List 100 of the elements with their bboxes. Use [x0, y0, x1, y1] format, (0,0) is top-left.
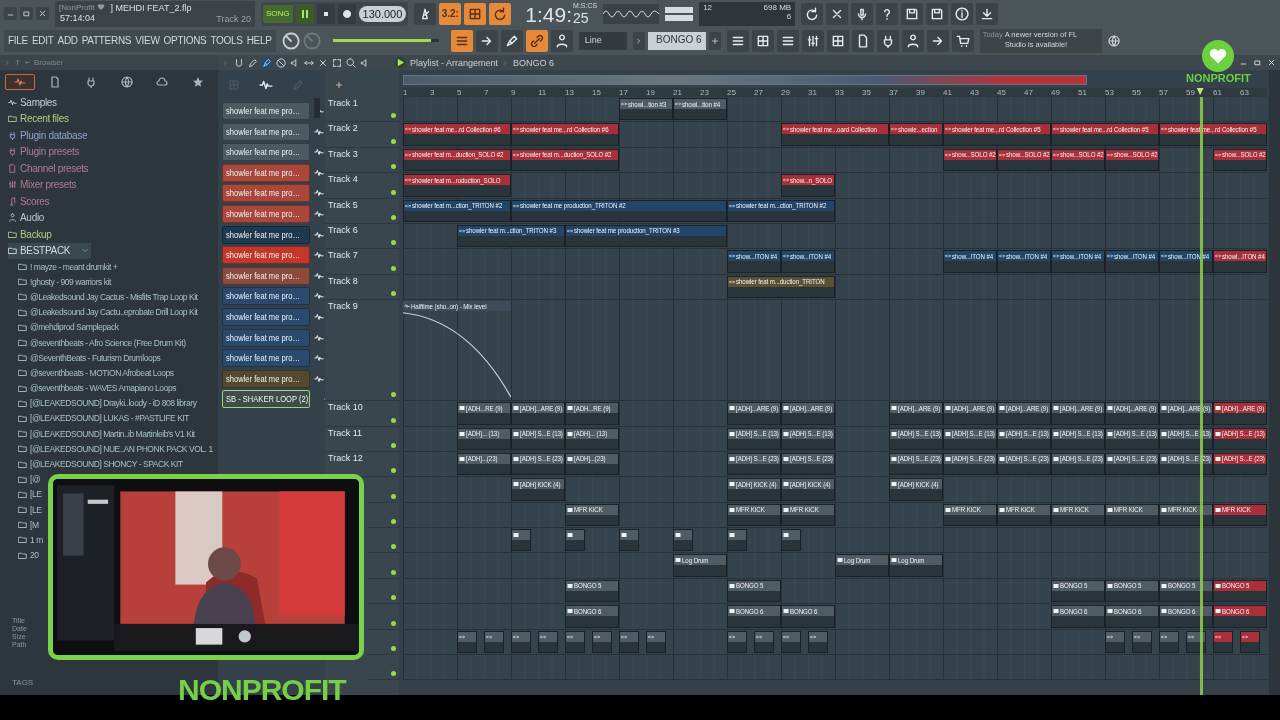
toolbar-button[interactable]: [926, 2, 949, 25]
timeline-ruler[interactable]: 1 3 5 7 9 11 13 15 17 19 21 23 25 27 29 31 33 35 37 39 41 43 45 47 49 51 53 55 57 59 61 63: [403, 88, 1267, 97]
track-enable-dot[interactable]: [391, 189, 396, 195]
toolbar-button[interactable]: [726, 29, 749, 52]
browser-item[interactable]: 20: [8, 547, 41, 563]
toolbar-button[interactable]: [450, 29, 473, 52]
audio-clip[interactable]: [781, 630, 802, 654]
track-enable-dot[interactable]: [391, 291, 396, 297]
close-button[interactable]: [36, 7, 49, 20]
pattern-clip[interactable]: [619, 529, 640, 552]
audio-clip[interactable]: [754, 630, 775, 654]
pattern-clip[interactable]: [511, 529, 532, 552]
track-enable-dot[interactable]: [391, 544, 396, 550]
tool-button[interactable]: [233, 56, 245, 69]
track-header[interactable]: Track 1: [325, 97, 399, 123]
audio-clip[interactable]: [727, 630, 748, 654]
toggle-button[interactable]: [464, 2, 487, 25]
track-enable-dot[interactable]: [391, 646, 396, 652]
record-button[interactable]: [337, 3, 356, 24]
toolbar-button[interactable]: [951, 2, 974, 25]
audio-clip[interactable]: [808, 630, 829, 654]
track-enable-dot[interactable]: [391, 240, 396, 246]
track-enable-dot[interactable]: [391, 265, 396, 271]
browser-item[interactable]: [M: [8, 517, 41, 533]
menu-item[interactable]: OPTIONS: [163, 35, 207, 46]
track-enable-dot[interactable]: [391, 468, 396, 474]
menu-item[interactable]: VIEW: [135, 35, 160, 46]
scrollbar[interactable]: [1269, 70, 1280, 695]
track-enable-dot[interactable]: [391, 164, 396, 170]
track-enable-dot[interactable]: [391, 214, 396, 220]
browser-item[interactable]: ! mayze - meant drumkit +: [8, 259, 120, 275]
playhead-marker[interactable]: [1196, 88, 1204, 95]
stop-button[interactable]: [316, 3, 335, 24]
toggle-button[interactable]: [414, 2, 437, 25]
restore-button[interactable]: [20, 7, 33, 20]
browser-tab[interactable]: [4, 74, 35, 90]
menu-item[interactable]: PATTERNS: [81, 35, 132, 46]
track-enable-dot[interactable]: [391, 519, 396, 525]
toolbar-button[interactable]: [801, 29, 824, 52]
pattern-clip[interactable]: [727, 529, 748, 552]
browser-item[interactable]: Scores: [8, 193, 52, 210]
track-header[interactable]: Track 7: [325, 249, 399, 275]
audio-clip[interactable]: [511, 630, 532, 654]
track-enable-dot[interactable]: [391, 138, 396, 144]
scrollbar[interactable]: [314, 98, 320, 118]
track-header[interactable]: Track 5: [325, 198, 399, 224]
browser-item[interactable]: Recent files: [8, 110, 71, 127]
audio-clip[interactable]: [619, 630, 640, 654]
browser-item[interactable]: @seventhbeats - WAVES Amapiano Loops: [8, 380, 178, 396]
browser-item[interactable]: @mehdiprod Samplepack: [8, 319, 121, 335]
tool-button[interactable]: [261, 56, 273, 69]
browser-item[interactable]: [@LEAKEDSOUND] SHONCY - SPACK KIT: [8, 456, 185, 472]
pattern-clip[interactable]: [781, 529, 802, 552]
browser-item[interactable]: @Leakedsound Jay Cactus - Misfits Trap Loop Kit: [8, 289, 200, 305]
toolbar-button[interactable]: [851, 29, 874, 52]
pattern-selector[interactable]: BONGO 6: [647, 31, 706, 50]
toolbar-button[interactable]: [550, 29, 573, 52]
browser-item[interactable]: Samples: [8, 94, 59, 111]
browser-item[interactable]: Backup: [8, 226, 54, 243]
track-enable-dot[interactable]: [391, 620, 396, 626]
browser-item[interactable]: [@LEAKEDSOUND] NUE..AN PHONK PACK VOL. 1: [8, 441, 215, 457]
menu-item[interactable]: HELP: [246, 35, 272, 46]
browser-item[interactable]: Plugin database: [8, 127, 90, 144]
tool-button[interactable]: [275, 56, 287, 69]
audio-clip[interactable]: [538, 630, 559, 654]
minimize-button[interactable]: [4, 7, 17, 20]
browser-item[interactable]: Plugin presets: [8, 143, 82, 160]
play-button[interactable]: [295, 3, 314, 24]
audio-clip[interactable]: [484, 630, 505, 654]
track-header[interactable]: Track 8: [325, 274, 399, 301]
toolbar-button[interactable]: [901, 2, 924, 25]
track-enable-dot[interactable]: [391, 442, 396, 448]
toolbar-button[interactable]: [826, 2, 849, 25]
audio-clip[interactable]: [1105, 630, 1126, 654]
track-enable-dot[interactable]: [391, 392, 396, 398]
audio-clip[interactable]: [565, 630, 586, 654]
track-header[interactable]: Track 11: [325, 426, 399, 452]
menu-item[interactable]: TOOLS: [210, 35, 243, 46]
browser-item[interactable]: [@LEAKEDSOUND] LUKAS - #PASTLIFE KIT: [8, 410, 191, 427]
track-enable-dot[interactable]: [391, 569, 396, 575]
track-enable-dot[interactable]: [391, 595, 396, 601]
song-mode-button[interactable]: SONG: [263, 4, 293, 23]
audio-clip[interactable]: [1159, 630, 1180, 654]
menu-item[interactable]: FILE: [8, 35, 28, 46]
tool-button[interactable]: [331, 56, 343, 69]
toolbar-button[interactable]: [951, 29, 974, 52]
track-enable-dot[interactable]: [391, 113, 396, 119]
toolbar-button[interactable]: [826, 29, 849, 52]
audio-clip[interactable]: [1132, 630, 1153, 654]
track-enable-dot[interactable]: [391, 417, 396, 423]
tool-button[interactable]: [345, 56, 357, 69]
track-header[interactable]: Track 6: [325, 223, 399, 250]
browser-item[interactable]: 1 m: [8, 532, 45, 548]
track-header[interactable]: Track 4: [325, 173, 399, 199]
tool-button[interactable]: [247, 56, 259, 69]
toolbar-button[interactable]: [475, 29, 498, 52]
browser-item[interactable]: [@: [8, 471, 43, 487]
track-header[interactable]: Track 2: [325, 122, 399, 148]
track-header[interactable]: Track 10: [325, 401, 399, 427]
track-header[interactable]: Track 3: [325, 147, 399, 174]
